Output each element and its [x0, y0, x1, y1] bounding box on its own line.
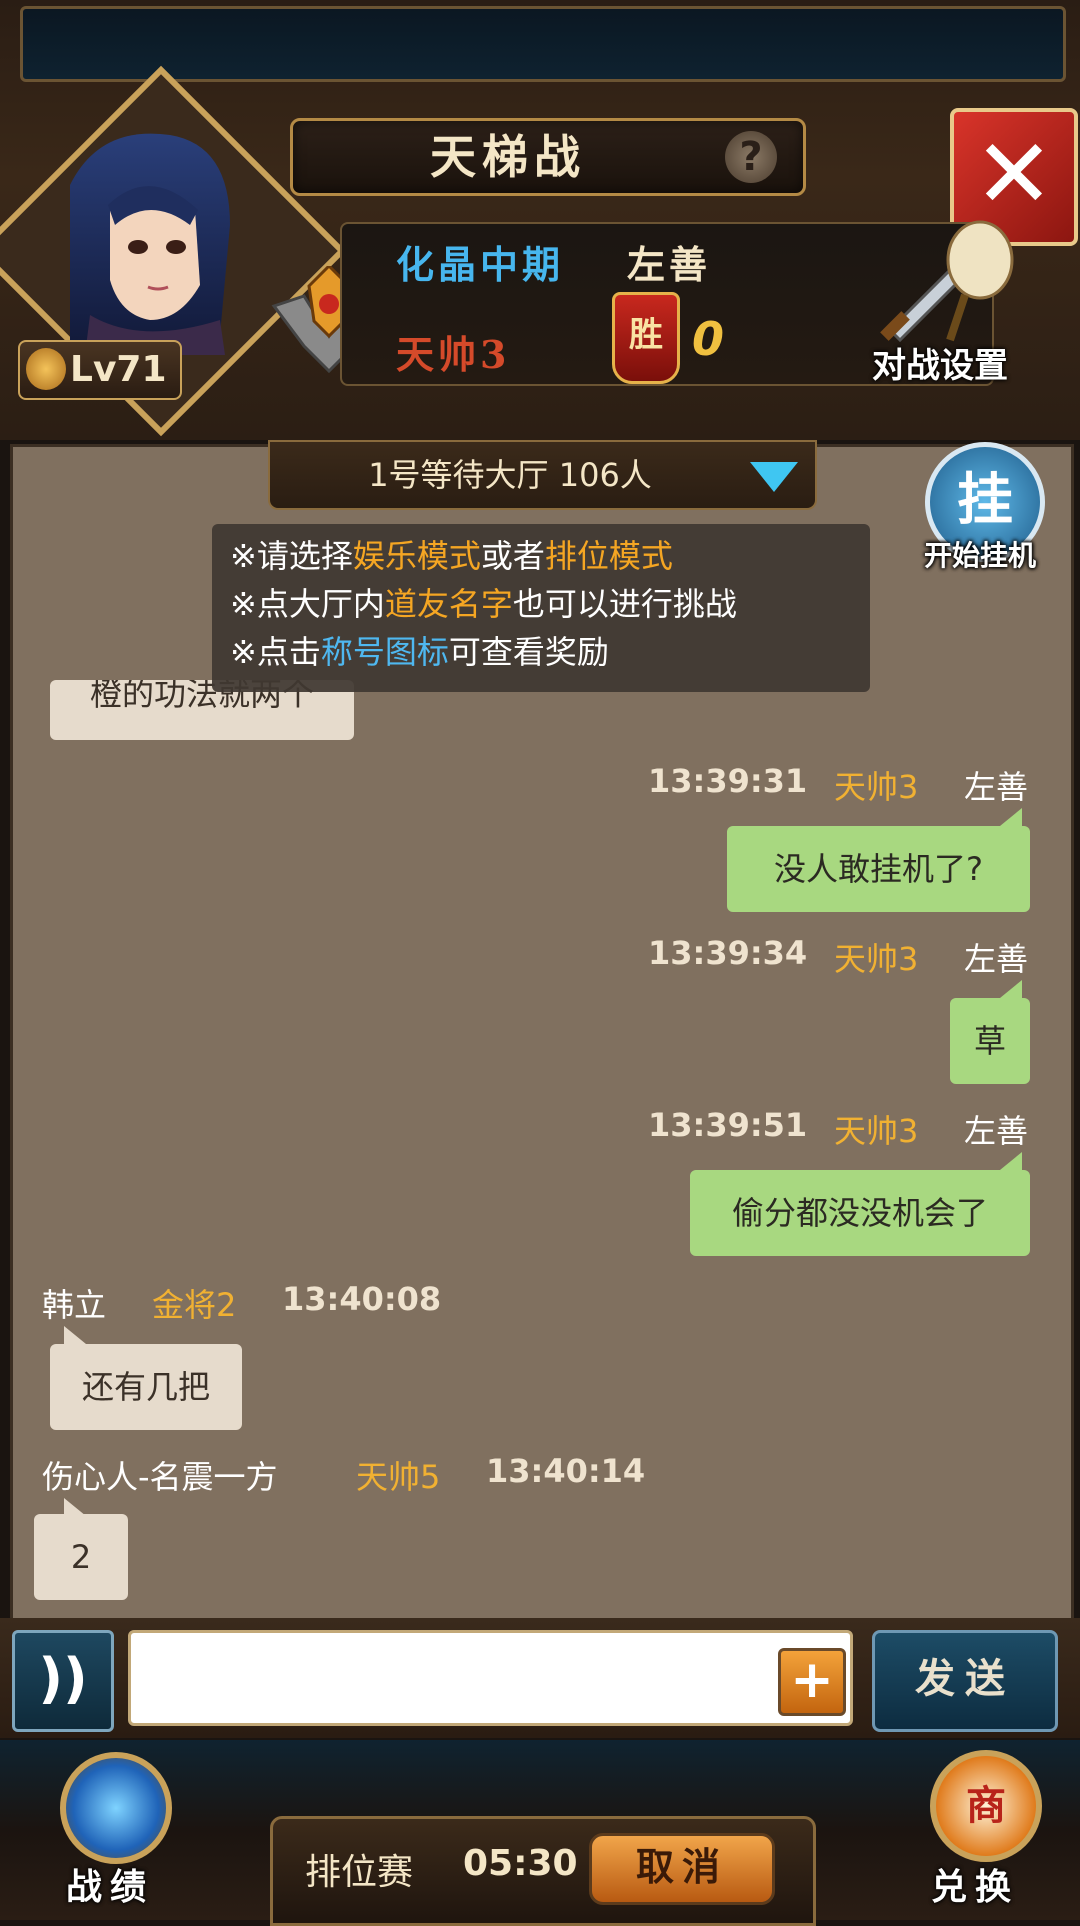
record-label: 战绩: [65, 1866, 154, 1908]
voice-icon[interactable]: )): [12, 1630, 114, 1732]
message-sender[interactable]: 左善: [964, 762, 1028, 808]
tip-highlight-names: 道友名字: [384, 585, 513, 623]
ranked-label: 排位赛: [305, 1852, 414, 1893]
tip-line-3: ※点击称号图标可查看奖励: [230, 628, 852, 676]
message-rank[interactable]: 天帅3: [834, 934, 918, 980]
ranked-timer: 05:30: [463, 1843, 578, 1884]
message-sender[interactable]: 左善: [964, 1106, 1028, 1152]
win-badge-icon: 胜: [612, 292, 680, 384]
message-sender[interactable]: 左善: [964, 934, 1028, 980]
title-plaque: 天梯战 ?: [290, 118, 806, 196]
plus-icon[interactable]: +: [778, 1648, 846, 1716]
lobby-label: 1号等待大厅 106人: [368, 456, 652, 494]
level-text: Lv71: [70, 349, 167, 390]
chat-bubble-other: 还有几把: [50, 1344, 242, 1430]
crossed-swords-icon: [880, 220, 1014, 343]
tip-line-1: ※请选择娱乐模式或者排位模式: [230, 532, 852, 580]
message-rank[interactable]: 天帅3: [834, 1106, 918, 1152]
record-button[interactable]: 战绩: [20, 1740, 200, 1920]
tip-text: 可查看奖励: [448, 633, 609, 671]
bubble-tail: [1000, 1152, 1022, 1170]
tip-highlight-title-icon: 称号图标: [320, 633, 449, 671]
tip-highlight-ranked: 排位模式: [544, 537, 673, 575]
help-icon[interactable]: ?: [725, 131, 777, 183]
bubble-tail: [64, 1326, 86, 1344]
lobby-dropdown[interactable]: 1号等待大厅 106人: [268, 440, 817, 510]
record-orb-icon: [60, 1752, 172, 1864]
chat-bubble-other: 2: [34, 1514, 128, 1600]
player-name: 左善: [627, 242, 712, 287]
chat-bubble-own: 没人敢挂机了?: [727, 826, 1030, 912]
exchange-button[interactable]: 商 兑换: [880, 1740, 1070, 1920]
message-rank[interactable]: 金将2: [152, 1280, 236, 1326]
level-badge: Lv71: [18, 340, 182, 400]
bubble-tail: [1000, 980, 1022, 998]
tip-line-2: ※点大厅内道友名字也可以进行挑战: [230, 580, 852, 628]
exchange-label: 兑换: [930, 1866, 1019, 1908]
ranked-queue-panel: 排位赛 05:30 取消: [270, 1816, 816, 1926]
message-time: 13:40:14: [486, 1452, 646, 1490]
tip-text: 或者: [480, 537, 545, 575]
dropdown-arrow-icon: [750, 462, 798, 492]
chat-input[interactable]: [128, 1630, 853, 1726]
top-banner: [20, 6, 1066, 82]
message-time: 13:39:34: [648, 934, 808, 972]
tips-box: ※请选择娱乐模式或者排位模式 ※点大厅内道友名字也可以进行挑战 ※点击称号图标可…: [212, 524, 870, 692]
avatar[interactable]: [30, 115, 260, 355]
send-button[interactable]: 发送: [872, 1630, 1058, 1732]
message-rank[interactable]: 天帅5: [356, 1452, 440, 1498]
message-time: 13:39:31: [648, 762, 808, 800]
level-flame-icon: [26, 348, 66, 390]
message-sender[interactable]: 韩立: [42, 1280, 106, 1326]
chat-bubble-own: 草: [950, 998, 1030, 1084]
message-time: 13:40:08: [282, 1280, 442, 1318]
tip-text: ※点击: [230, 633, 321, 671]
avatar-portrait: [70, 133, 230, 355]
start-afk-button[interactable]: 挂 开始挂机: [905, 438, 1055, 578]
tip-highlight-entertainment: 娱乐模式: [352, 537, 481, 575]
win-count: 0: [692, 312, 725, 366]
rank-title[interactable]: 天帅3: [396, 324, 516, 379]
message-sender[interactable]: 伤心人-名震一方: [42, 1452, 278, 1498]
afk-label: 开始挂机: [923, 539, 1036, 572]
cancel-button[interactable]: 取消: [589, 1833, 775, 1905]
tip-text: 也可以进行挑战: [512, 585, 737, 623]
chat-bubble-own: 偷分都没没机会了: [690, 1170, 1030, 1256]
message-rank[interactable]: 天帅3: [834, 762, 918, 808]
cultivation-realm: 化晶中期: [396, 242, 565, 287]
message-time: 13:39:51: [648, 1106, 808, 1144]
bubble-tail: [1000, 808, 1022, 826]
exchange-icon: 商: [930, 1750, 1042, 1862]
battle-settings-label: 对战设置: [872, 346, 1008, 386]
page-title: 天梯战: [430, 130, 586, 184]
battle-settings-button[interactable]: 对战设置: [840, 220, 1040, 390]
tip-text: ※点大厅内: [230, 585, 385, 623]
tip-text: ※请选择: [230, 537, 353, 575]
